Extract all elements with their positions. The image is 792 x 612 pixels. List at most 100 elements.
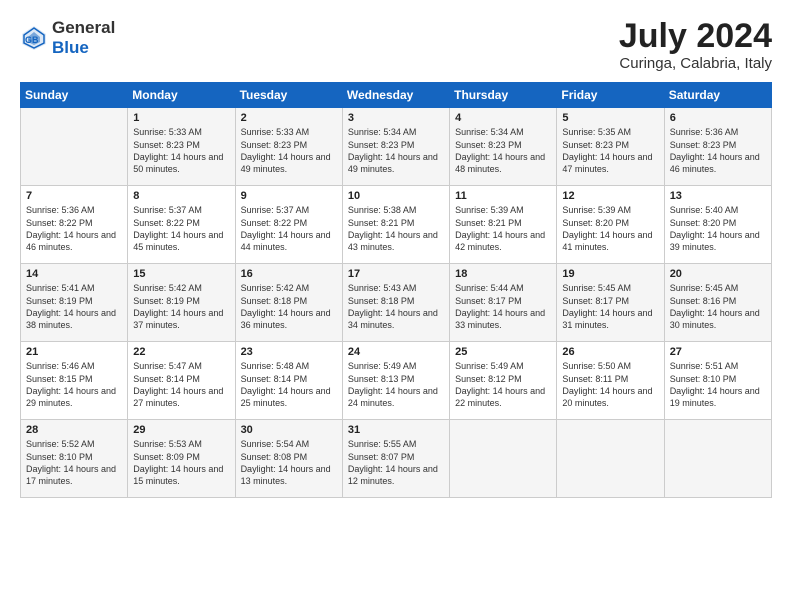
day-number: 26 <box>562 346 658 358</box>
day-number: 30 <box>241 424 337 436</box>
calendar-cell: 1 Sunrise: 5:33 AMSunset: 8:23 PMDaylight… <box>128 108 235 186</box>
calendar-cell: 30 Sunrise: 5:54 AMSunset: 8:08 PMDayligh… <box>235 420 342 498</box>
cell-details: Sunrise: 5:38 AMSunset: 8:21 PMDaylight:… <box>348 204 444 253</box>
day-header-monday: Monday <box>128 83 235 108</box>
day-number: 10 <box>348 190 444 202</box>
cell-details: Sunrise: 5:54 AMSunset: 8:08 PMDaylight:… <box>241 438 337 487</box>
day-number: 21 <box>26 346 122 358</box>
calendar-cell: 12 Sunrise: 5:39 AMSunset: 8:20 PMDayligh… <box>557 186 664 264</box>
header: GB General Blue July 2024 Curinga, Calab… <box>20 18 772 72</box>
calendar-cell: 27Sunrise: 5:51 AMSunset: 8:10 PMDayligh… <box>664 342 771 420</box>
day-header-wednesday: Wednesday <box>342 83 449 108</box>
cell-details: Sunrise: 5:44 AMSunset: 8:17 PMDaylight:… <box>455 282 551 331</box>
calendar-cell: 19 Sunrise: 5:45 AMSunset: 8:17 PMDayligh… <box>557 264 664 342</box>
cell-details: Sunrise: 5:37 AMSunset: 8:22 PMDaylight:… <box>241 204 337 253</box>
day-number: 11 <box>455 190 551 202</box>
day-number: 25 <box>455 346 551 358</box>
calendar-cell: 24 Sunrise: 5:49 AMSunset: 8:13 PMDayligh… <box>342 342 449 420</box>
day-number: 1 <box>133 112 229 124</box>
logo-icon: GB <box>20 24 48 52</box>
calendar-cell: 21 Sunrise: 5:46 AMSunset: 8:15 PMDayligh… <box>21 342 128 420</box>
cell-details: Sunrise: 5:33 AMSunset: 8:23 PMDaylight:… <box>241 126 337 175</box>
svg-text:GB: GB <box>25 35 39 45</box>
calendar-cell: 20Sunrise: 5:45 AMSunset: 8:16 PMDayligh… <box>664 264 771 342</box>
calendar-cell: 18 Sunrise: 5:44 AMSunset: 8:17 PMDayligh… <box>450 264 557 342</box>
calendar-cell: 22 Sunrise: 5:47 AMSunset: 8:14 PMDayligh… <box>128 342 235 420</box>
calendar-cell: 25 Sunrise: 5:49 AMSunset: 8:12 PMDayligh… <box>450 342 557 420</box>
calendar-cell: 29 Sunrise: 5:53 AMSunset: 8:09 PMDayligh… <box>128 420 235 498</box>
day-number: 7 <box>26 190 122 202</box>
week-row-3: 14Sunrise: 5:41 AMSunset: 8:19 PMDayligh… <box>21 264 772 342</box>
day-number: 15 <box>133 268 229 280</box>
logo-general-text: General <box>52 18 115 37</box>
header-row: SundayMondayTuesdayWednesdayThursdayFrid… <box>21 83 772 108</box>
cell-details: Sunrise: 5:52 AMSunset: 8:10 PMDaylight:… <box>26 438 122 487</box>
location-subtitle: Curinga, Calabria, Italy <box>619 55 772 72</box>
day-number: 22 <box>133 346 229 358</box>
cell-details: Sunrise: 5:34 AMSunset: 8:23 PMDaylight:… <box>455 126 551 175</box>
calendar-cell: 6 Sunrise: 5:36 AMSunset: 8:23 PMDaylight… <box>664 108 771 186</box>
day-number: 23 <box>241 346 337 358</box>
day-number: 18 <box>455 268 551 280</box>
day-number: 31 <box>348 424 444 436</box>
cell-details: Sunrise: 5:45 AMSunset: 8:17 PMDaylight:… <box>562 282 658 331</box>
day-number: 29 <box>133 424 229 436</box>
calendar-table: SundayMondayTuesdayWednesdayThursdayFrid… <box>20 82 772 498</box>
title-block: July 2024 Curinga, Calabria, Italy <box>619 18 772 72</box>
day-number: 19 <box>562 268 658 280</box>
day-header-friday: Friday <box>557 83 664 108</box>
cell-details: Sunrise: 5:33 AMSunset: 8:23 PMDaylight:… <box>133 126 229 175</box>
calendar-cell: 4 Sunrise: 5:34 AMSunset: 8:23 PMDaylight… <box>450 108 557 186</box>
day-number: 12 <box>562 190 658 202</box>
week-row-4: 21 Sunrise: 5:46 AMSunset: 8:15 PMDayligh… <box>21 342 772 420</box>
cell-details: Sunrise: 5:42 AMSunset: 8:19 PMDaylight:… <box>133 282 229 331</box>
page: GB General Blue July 2024 Curinga, Calab… <box>0 0 792 612</box>
day-number: 24 <box>348 346 444 358</box>
cell-details: Sunrise: 5:47 AMSunset: 8:14 PMDaylight:… <box>133 360 229 409</box>
logo-blue-text: Blue <box>52 38 89 57</box>
day-number: 3 <box>348 112 444 124</box>
day-number: 6 <box>670 112 766 124</box>
week-row-1: 1 Sunrise: 5:33 AMSunset: 8:23 PMDaylight… <box>21 108 772 186</box>
calendar-cell: 13Sunrise: 5:40 AMSunset: 8:20 PMDayligh… <box>664 186 771 264</box>
calendar-cell: 3 Sunrise: 5:34 AMSunset: 8:23 PMDaylight… <box>342 108 449 186</box>
cell-details: Sunrise: 5:37 AMSunset: 8:22 PMDaylight:… <box>133 204 229 253</box>
calendar-cell: 8 Sunrise: 5:37 AMSunset: 8:22 PMDaylight… <box>128 186 235 264</box>
calendar-cell: 26 Sunrise: 5:50 AMSunset: 8:11 PMDayligh… <box>557 342 664 420</box>
cell-details: Sunrise: 5:43 AMSunset: 8:18 PMDaylight:… <box>348 282 444 331</box>
day-number: 13 <box>670 190 766 202</box>
cell-details: Sunrise: 5:55 AMSunset: 8:07 PMDaylight:… <box>348 438 444 487</box>
week-row-5: 28Sunrise: 5:52 AMSunset: 8:10 PMDayligh… <box>21 420 772 498</box>
cell-details: Sunrise: 5:39 AMSunset: 8:20 PMDaylight:… <box>562 204 658 253</box>
day-number: 17 <box>348 268 444 280</box>
cell-details: Sunrise: 5:35 AMSunset: 8:23 PMDaylight:… <box>562 126 658 175</box>
cell-details: Sunrise: 5:45 AMSunset: 8:16 PMDaylight:… <box>670 282 766 331</box>
day-header-saturday: Saturday <box>664 83 771 108</box>
day-number: 14 <box>26 268 122 280</box>
calendar-cell: 5Sunrise: 5:35 AMSunset: 8:23 PMDaylight… <box>557 108 664 186</box>
cell-details: Sunrise: 5:46 AMSunset: 8:15 PMDaylight:… <box>26 360 122 409</box>
cell-details: Sunrise: 5:50 AMSunset: 8:11 PMDaylight:… <box>562 360 658 409</box>
cell-details: Sunrise: 5:53 AMSunset: 8:09 PMDaylight:… <box>133 438 229 487</box>
cell-details: Sunrise: 5:34 AMSunset: 8:23 PMDaylight:… <box>348 126 444 175</box>
day-number: 27 <box>670 346 766 358</box>
cell-details: Sunrise: 5:49 AMSunset: 8:12 PMDaylight:… <box>455 360 551 409</box>
day-header-sunday: Sunday <box>21 83 128 108</box>
calendar-cell: 14Sunrise: 5:41 AMSunset: 8:19 PMDayligh… <box>21 264 128 342</box>
day-number: 8 <box>133 190 229 202</box>
calendar-cell: 9Sunrise: 5:37 AMSunset: 8:22 PMDaylight… <box>235 186 342 264</box>
cell-details: Sunrise: 5:36 AMSunset: 8:22 PMDaylight:… <box>26 204 122 253</box>
day-number: 2 <box>241 112 337 124</box>
month-title: July 2024 <box>619 18 772 55</box>
calendar-cell: 15 Sunrise: 5:42 AMSunset: 8:19 PMDayligh… <box>128 264 235 342</box>
cell-details: Sunrise: 5:36 AMSunset: 8:23 PMDaylight:… <box>670 126 766 175</box>
cell-details: Sunrise: 5:49 AMSunset: 8:13 PMDaylight:… <box>348 360 444 409</box>
cell-details: Sunrise: 5:39 AMSunset: 8:21 PMDaylight:… <box>455 204 551 253</box>
calendar-cell: 28Sunrise: 5:52 AMSunset: 8:10 PMDayligh… <box>21 420 128 498</box>
calendar-cell: 7 Sunrise: 5:36 AMSunset: 8:22 PMDaylight… <box>21 186 128 264</box>
calendar-cell: 11 Sunrise: 5:39 AMSunset: 8:21 PMDayligh… <box>450 186 557 264</box>
day-number: 4 <box>455 112 551 124</box>
day-header-tuesday: Tuesday <box>235 83 342 108</box>
cell-details: Sunrise: 5:48 AMSunset: 8:14 PMDaylight:… <box>241 360 337 409</box>
calendar-cell: 16Sunrise: 5:42 AMSunset: 8:18 PMDayligh… <box>235 264 342 342</box>
